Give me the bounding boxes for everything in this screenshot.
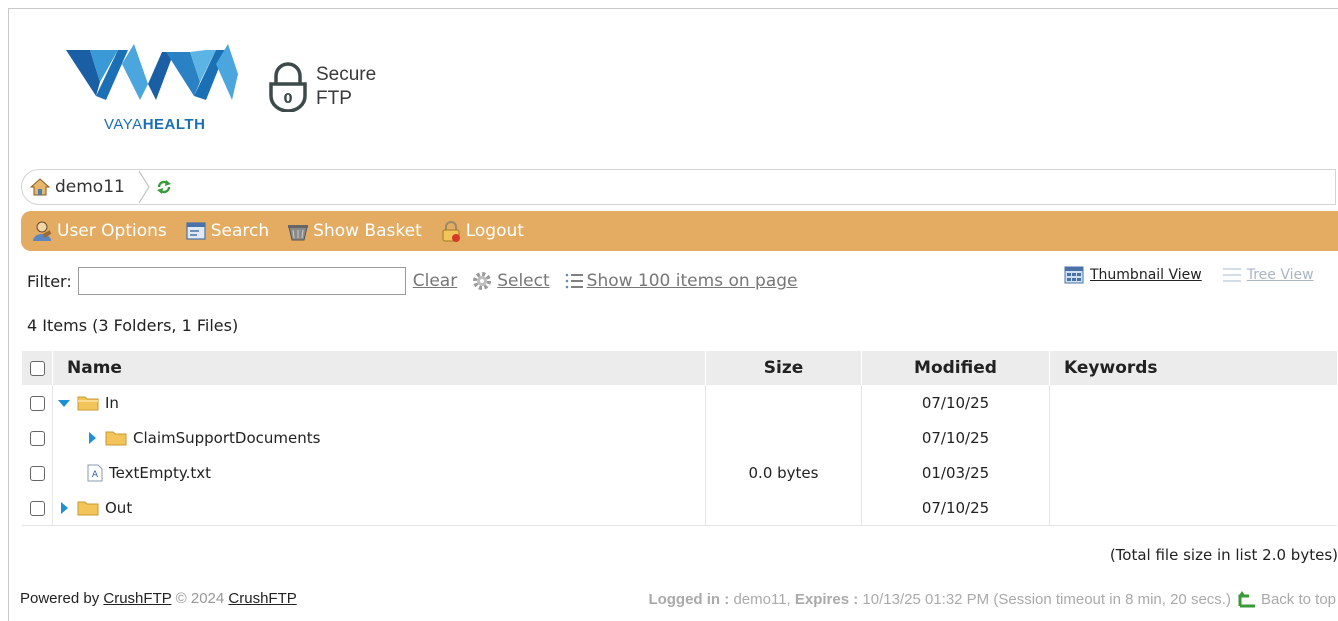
file-table: Name Size Modified Keywords In 07/10/25 [22, 351, 1337, 526]
table-row[interactable]: In 07/10/25 [22, 385, 1337, 420]
folder-icon [105, 431, 127, 446]
file-name[interactable]: TextEmpty.txt [109, 464, 211, 482]
select-all-cell [22, 351, 53, 385]
table-header-row: Name Size Modified Keywords [22, 351, 1337, 385]
main-menu-bar: User Options Search Show Basket Logout [21, 211, 1338, 251]
filter-label: Filter: [27, 271, 72, 291]
filter-row: Filter: Clear Select Show 100 items on p… [27, 265, 798, 297]
search-icon [186, 222, 206, 240]
file-keywords [1050, 455, 1338, 490]
select-menu[interactable]: Select [471, 270, 550, 292]
logout-lock-icon [442, 221, 460, 242]
file-modified: 07/10/25 [861, 490, 1050, 526]
basket-icon [288, 225, 309, 241]
crushftp-link-2[interactable]: CrushFTP [228, 590, 296, 607]
filter-input[interactable] [77, 267, 406, 295]
row-checkbox[interactable] [29, 395, 45, 411]
back-to-top-link[interactable]: Back to top [1237, 590, 1336, 608]
user-options-button[interactable]: User Options [31, 220, 167, 242]
tree-view-button[interactable]: Tree View [1222, 266, 1314, 284]
search-button[interactable]: Search [185, 220, 269, 242]
table-row[interactable]: A TextEmpty.txt 0.0 bytes 01/03/25 [22, 455, 1337, 490]
table-row[interactable]: ClaimSupportDocuments 07/10/25 [22, 420, 1337, 455]
home-icon [30, 178, 50, 196]
text-file-icon: A [87, 464, 103, 481]
file-keywords [1050, 420, 1338, 455]
select-link[interactable]: Select [497, 271, 549, 291]
keywords-column-header[interactable]: Keywords [1049, 351, 1337, 385]
list-icon [565, 273, 583, 289]
refresh-icon[interactable] [155, 178, 173, 196]
file-modified: 07/10/25 [861, 420, 1050, 455]
row-checkbox[interactable] [29, 430, 45, 446]
file-name[interactable]: ClaimSupportDocuments [133, 429, 320, 447]
file-size [705, 385, 862, 420]
vaya-logo-icon [66, 44, 238, 100]
show-basket-button[interactable]: Show Basket [287, 220, 422, 242]
size-column-header[interactable]: Size [705, 351, 862, 385]
open-folder-icon [77, 396, 99, 411]
thumbnail-view-icon [1064, 266, 1084, 284]
secure-ftp-badge: 0 Secure FTP [268, 62, 376, 112]
footer-powered-by: Powered by CrushFTP © 2024 CrushFTP [20, 590, 297, 607]
clear-filter-link[interactable]: Clear [413, 271, 457, 291]
svg-text:0: 0 [283, 92, 292, 107]
breadcrumb-separator [138, 170, 150, 204]
file-name[interactable]: In [105, 394, 119, 412]
folder-icon [77, 501, 99, 516]
file-keywords [1049, 490, 1337, 526]
file-keywords [1050, 385, 1338, 420]
svg-text:A: A [92, 470, 99, 480]
breadcrumb-home[interactable]: demo11 [30, 177, 125, 197]
session-info: Logged in : demo11, Expires : 10/13/25 0… [648, 590, 1336, 608]
name-column-header[interactable]: Name [52, 351, 706, 385]
file-modified: 07/10/25 [861, 385, 1050, 420]
file-name[interactable]: Out [105, 499, 132, 517]
user-options-icon [33, 221, 52, 241]
row-checkbox[interactable] [29, 500, 45, 516]
expand-triangle-icon[interactable] [57, 501, 71, 515]
row-checkbox[interactable] [29, 465, 45, 481]
file-modified: 01/03/25 [861, 455, 1050, 490]
logo-wordmark: VAYAHEALTH [104, 116, 206, 133]
vaya-health-logo: VAYAHEALTH [66, 44, 238, 134]
file-size [705, 420, 862, 455]
back-to-top-arrow-icon [1237, 591, 1255, 608]
items-count: 4 Items (3 Folders, 1 Files) [27, 316, 239, 335]
breadcrumb: demo11 [21, 169, 1336, 205]
table-row[interactable]: Out 07/10/25 [22, 490, 1337, 526]
tree-view-icon [1222, 268, 1241, 282]
secure-ftp-label: Secure FTP [316, 64, 377, 109]
file-size [705, 490, 862, 526]
expand-triangle-icon[interactable] [85, 431, 99, 445]
lock-icon: 0 [269, 62, 307, 112]
thumbnail-view-button[interactable]: Thumbnail View [1064, 266, 1202, 284]
crushftp-link[interactable]: CrushFTP [103, 590, 171, 607]
collapse-triangle-icon[interactable] [57, 396, 71, 410]
copyright-text: © 2024 [175, 590, 225, 607]
show-items-link[interactable]: Show 100 items on page [587, 271, 798, 291]
select-all-checkbox[interactable] [29, 360, 45, 376]
logout-button[interactable]: Logout [440, 220, 524, 242]
modified-column-header[interactable]: Modified [861, 351, 1050, 385]
gear-icon [473, 272, 492, 290]
show-items-menu[interactable]: Show 100 items on page [564, 271, 798, 291]
file-size: 0.0 bytes [705, 455, 862, 490]
view-switcher: Thumbnail View Tree View [1064, 266, 1314, 284]
total-file-size: (Total file size in list 2.0 bytes) [1109, 546, 1338, 564]
